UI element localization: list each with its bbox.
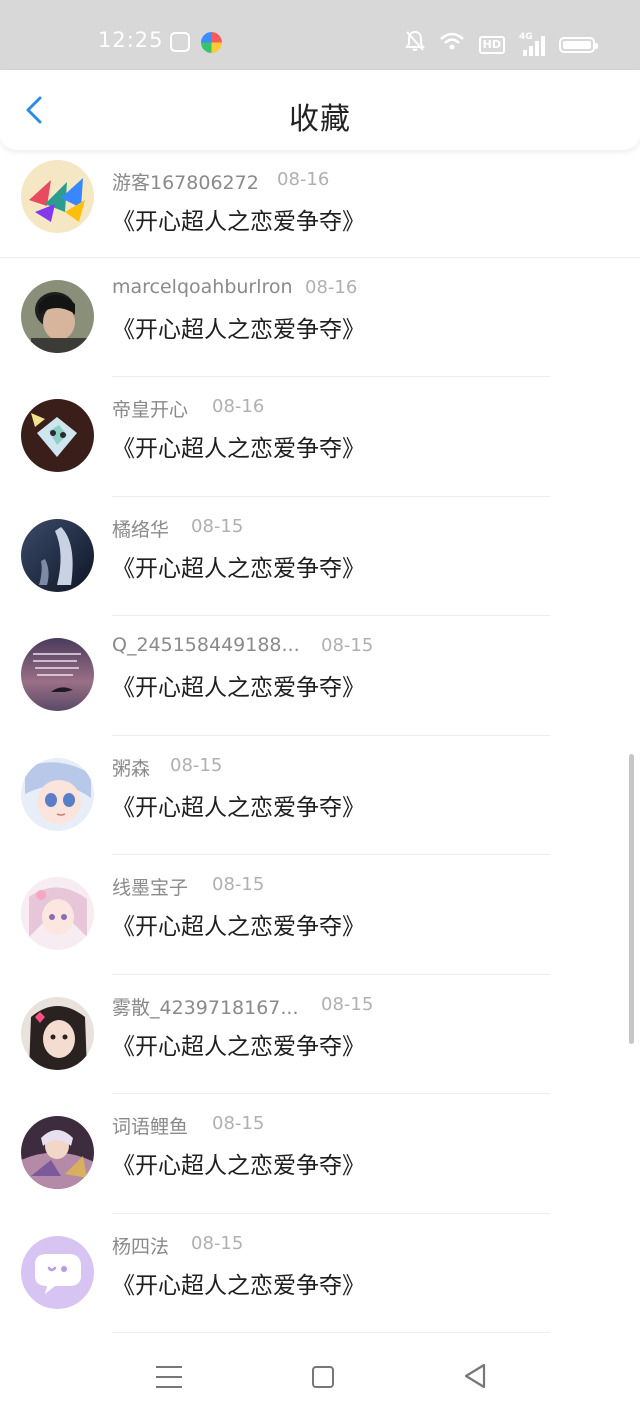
- user-name: 粥森: [112, 757, 151, 780]
- wifi-icon: [439, 31, 465, 58]
- list-item[interactable]: 杨四法 08-15 《开心超人之恋爱争夺》: [0, 1214, 640, 1333]
- navigation-bar: [0, 1342, 640, 1422]
- avatar[interactable]: [21, 518, 94, 592]
- user-name: marcelqoahburlron: [112, 275, 293, 298]
- list-item[interactable]: 帝皇开心 08-16 《开心超人之恋爱争夺》: [0, 377, 640, 497]
- user-name: 帝皇开心: [112, 399, 189, 421]
- list-item[interactable]: 词语鲤鱼 08-15 《开心超人之恋爱争夺》: [0, 1094, 640, 1214]
- post-date: 08-16: [212, 396, 265, 417]
- post-title[interactable]: 《开心超人之恋爱争夺》: [112, 429, 365, 463]
- avatar[interactable]: [21, 279, 94, 353]
- battery-level: [563, 40, 591, 49]
- page-title: 收藏: [289, 102, 351, 137]
- mute-bell-icon: [404, 30, 425, 59]
- post-date: 08-15: [321, 635, 374, 656]
- list-item[interactable]: 雾散_4239718167... 08-15 《开心超人之恋爱争夺》: [0, 975, 640, 1094]
- avatar[interactable]: [21, 757, 94, 831]
- list-item[interactable]: 粥森 08-15 《开心超人之恋爱争夺》: [0, 736, 640, 855]
- avatar[interactable]: [21, 1116, 94, 1189]
- app-notification-icon: [170, 32, 190, 52]
- avatar[interactable]: [21, 399, 94, 472]
- post-title[interactable]: 《开心超人之恋爱争夺》: [112, 1146, 365, 1180]
- user-name: 橘络华: [112, 518, 170, 541]
- post-date: 08-16: [305, 276, 358, 298]
- user-name: 雾散_4239718167...: [112, 996, 299, 1019]
- user-name: 线墨宝子: [112, 877, 189, 899]
- post-date: 08-15: [212, 874, 265, 895]
- avatar[interactable]: [21, 160, 94, 233]
- user-name: 游客167806272: [112, 172, 259, 194]
- cell-signal-icon: 4G: [519, 31, 545, 56]
- favorites-list: 游客167806272 08-16 《开心超人之恋爱争夺》 marcelqoah…: [0, 150, 640, 1333]
- post-date: 08-16: [277, 169, 330, 190]
- user-name: 词语鲤鱼: [112, 1116, 189, 1138]
- scrollbar[interactable]: [629, 754, 634, 1044]
- header: 收藏: [0, 70, 640, 150]
- status-time: 12:25: [98, 28, 164, 52]
- favorites-screen: 12:25 HD 4G 收藏 游客167806272 08-16 《开心超人之恋…: [0, 0, 640, 1422]
- post-title[interactable]: 《开心超人之恋爱争夺》: [112, 788, 365, 822]
- post-title[interactable]: 《开心超人之恋爱争夺》: [112, 202, 365, 236]
- colorful-app-icon: [201, 32, 222, 53]
- post-date: 08-15: [191, 515, 244, 537]
- list-item[interactable]: 橘络华 08-15 《开心超人之恋爱争夺》: [0, 497, 640, 616]
- post-date: 08-15: [321, 993, 374, 1015]
- avatar[interactable]: [21, 638, 94, 711]
- status-icons: HD 4G: [404, 30, 598, 59]
- post-title[interactable]: 《开心超人之恋爱争夺》: [112, 1266, 365, 1300]
- post-title[interactable]: 《开心超人之恋爱争夺》: [112, 907, 365, 941]
- user-name: Q_245158449188...: [112, 634, 300, 656]
- list-item[interactable]: 线墨宝子 08-15 《开心超人之恋爱争夺》: [0, 855, 640, 975]
- post-date: 08-15: [212, 1113, 265, 1134]
- battery-icon: [559, 36, 598, 53]
- list-item[interactable]: 游客167806272 08-16 《开心超人之恋爱争夺》: [0, 150, 640, 258]
- chat-bubble-icon: [35, 1253, 81, 1294]
- post-title[interactable]: 《开心超人之恋爱争夺》: [112, 310, 365, 344]
- post-title[interactable]: 《开心超人之恋爱争夺》: [112, 1027, 365, 1061]
- home-square-icon[interactable]: [312, 1366, 334, 1388]
- post-date: 08-15: [191, 1232, 244, 1254]
- list-item[interactable]: Q_245158449188... 08-15 《开心超人之恋爱争夺》: [0, 616, 640, 736]
- status-bar: 12:25 HD 4G: [0, 0, 640, 70]
- list-item[interactable]: marcelqoahburlron 08-16 《开心超人之恋爱争夺》: [0, 258, 640, 377]
- post-title[interactable]: 《开心超人之恋爱争夺》: [112, 549, 365, 583]
- post-title[interactable]: 《开心超人之恋爱争夺》: [112, 668, 365, 702]
- avatar[interactable]: [21, 877, 94, 950]
- divider: [112, 1332, 550, 1333]
- avatar[interactable]: [21, 1235, 94, 1309]
- menu-icon[interactable]: [156, 1366, 182, 1388]
- hd-badge: HD: [478, 35, 505, 54]
- post-date: 08-15: [170, 754, 223, 776]
- network-type-label: 4G: [519, 31, 533, 42]
- avatar[interactable]: [21, 996, 94, 1070]
- user-name: 杨四法: [112, 1235, 170, 1258]
- back-triangle-icon[interactable]: [462, 1362, 488, 1390]
